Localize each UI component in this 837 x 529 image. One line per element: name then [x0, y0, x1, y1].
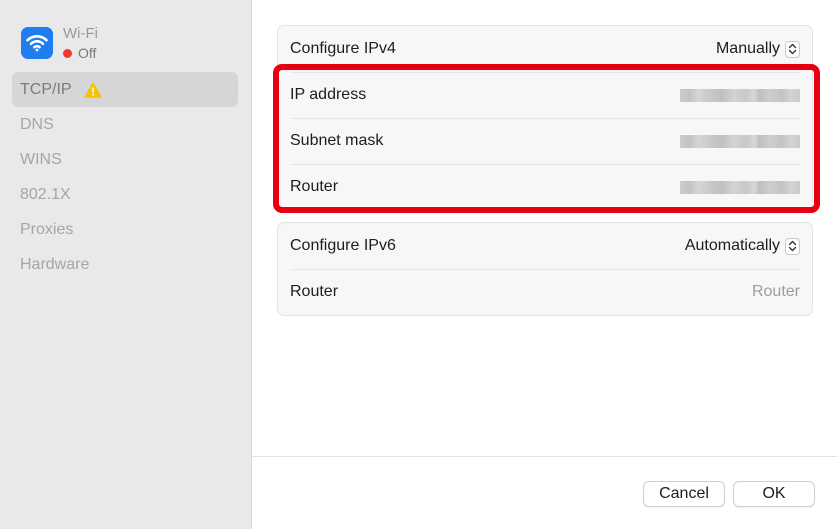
ok-button[interactable]: OK [733, 481, 815, 507]
sidebar-item-hardware[interactable]: Hardware [12, 247, 238, 282]
ipv4-router-field[interactable] [680, 180, 800, 194]
sidebar-item-dns[interactable]: DNS [12, 107, 238, 142]
ipv4-settings-group: Configure IPv4 Manually IP address Subne… [277, 25, 813, 211]
sidebar-item-label: Proxies [20, 221, 74, 238]
subnet-mask-field[interactable] [680, 134, 800, 148]
subnet-mask-label: Subnet mask [290, 132, 384, 149]
ip-address-field[interactable] [680, 88, 800, 102]
network-service-header: Wi-Fi Off [21, 24, 241, 64]
sidebar-item-wins[interactable]: WINS [12, 142, 238, 177]
footer-divider [252, 456, 837, 457]
network-details-window: Wi-Fi Off TCP/IP DNS WINS 802.1X Proxies… [0, 0, 837, 529]
sidebar: Wi-Fi Off TCP/IP DNS WINS 802.1X Proxies… [0, 0, 252, 529]
sidebar-item-label: WINS [20, 151, 62, 168]
ip-address-label: IP address [290, 86, 367, 103]
sidebar-item-label: TCP/IP [20, 81, 72, 98]
service-name: Wi-Fi [63, 25, 98, 42]
configure-ipv6-value: Automatically [684, 237, 780, 254]
configure-ipv6-popup[interactable]: Automatically [685, 237, 800, 255]
ipv6-router-row: Router Router [278, 269, 812, 315]
configure-ipv4-popup[interactable]: Manually [716, 40, 800, 58]
ipv6-settings-group: Configure IPv6 Automatically Router Rout… [277, 222, 813, 316]
sidebar-item-8021x[interactable]: 802.1X [12, 177, 238, 212]
configure-ipv6-label: Configure IPv6 [290, 237, 396, 254]
configure-ipv4-row: Configure IPv4 Manually [278, 26, 812, 72]
ipv4-router-label: Router [290, 178, 339, 195]
configure-ipv4-value: Manually [715, 40, 780, 57]
sidebar-item-tcpip[interactable]: TCP/IP [12, 72, 238, 107]
configure-ipv4-label: Configure IPv4 [290, 40, 396, 57]
configure-ipv6-row: Configure IPv6 Automatically [278, 223, 812, 269]
sidebar-item-label: 802.1X [20, 186, 71, 203]
subnet-mask-row: Subnet mask [278, 118, 812, 164]
sidebar-nav: TCP/IP DNS WINS 802.1X Proxies Hardware [12, 72, 238, 282]
chevron-up-down-icon [785, 40, 800, 58]
wifi-icon [21, 27, 53, 59]
service-status: Off [63, 45, 96, 61]
sidebar-item-label: DNS [20, 116, 54, 133]
chevron-up-down-icon [785, 237, 800, 255]
ip-address-row: IP address [278, 72, 812, 118]
sidebar-item-proxies[interactable]: Proxies [12, 212, 238, 247]
ipv4-router-row: Router [278, 164, 812, 210]
ipv6-router-label: Router [290, 283, 339, 300]
status-dot-icon [63, 48, 72, 58]
warning-icon [83, 82, 102, 98]
sidebar-item-label: Hardware [20, 256, 90, 273]
status-text: Off [78, 45, 97, 61]
ipv6-router-field[interactable]: Router [752, 283, 800, 301]
cancel-button[interactable]: Cancel [643, 481, 725, 507]
